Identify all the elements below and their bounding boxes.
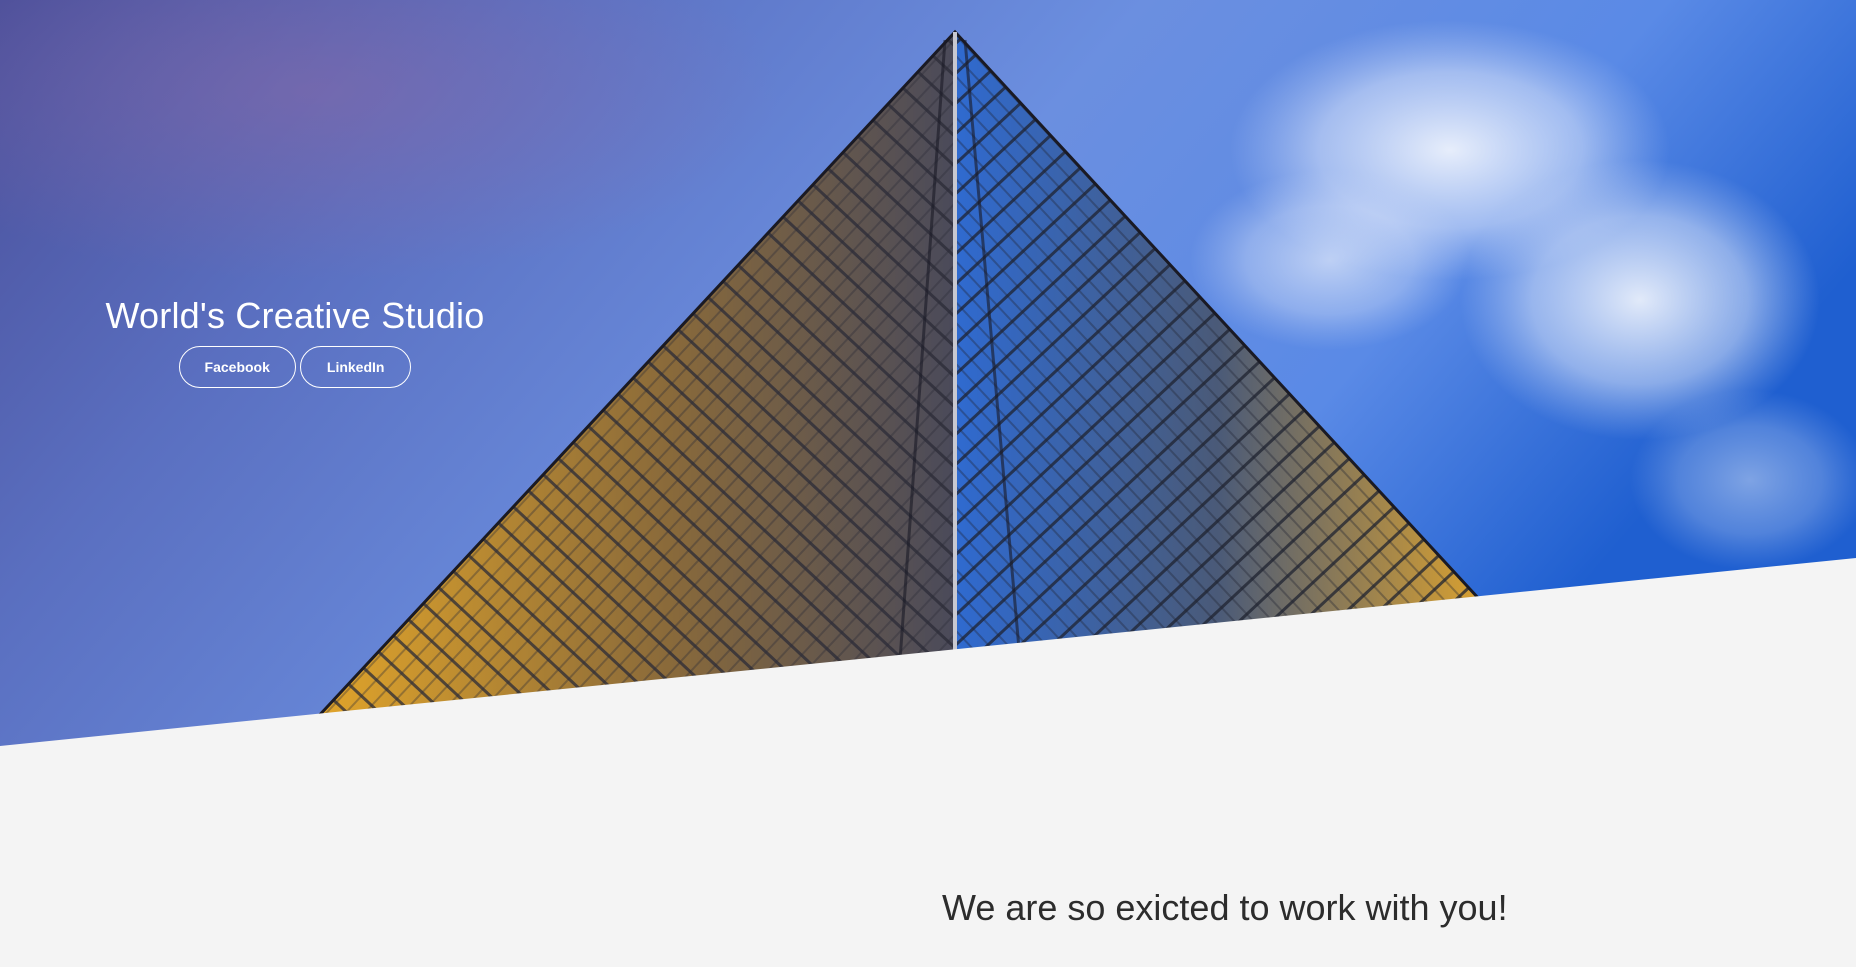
linkedin-button[interactable]: LinkedIn <box>299 345 412 388</box>
hero-section: World's Creative Studio Facebook LinkedI… <box>0 0 1856 760</box>
social-buttons: Facebook LinkedIn <box>80 345 510 388</box>
hero-title: World's Creative Studio <box>105 295 485 336</box>
landing-page: World's Creative Studio Facebook LinkedI… <box>0 0 1856 967</box>
facebook-button[interactable]: Facebook <box>178 345 296 388</box>
hero-heading-block: World's Creative Studio Facebook LinkedI… <box>80 296 510 388</box>
tagline-heading: We are so exicted to work with you! <box>942 887 1508 928</box>
